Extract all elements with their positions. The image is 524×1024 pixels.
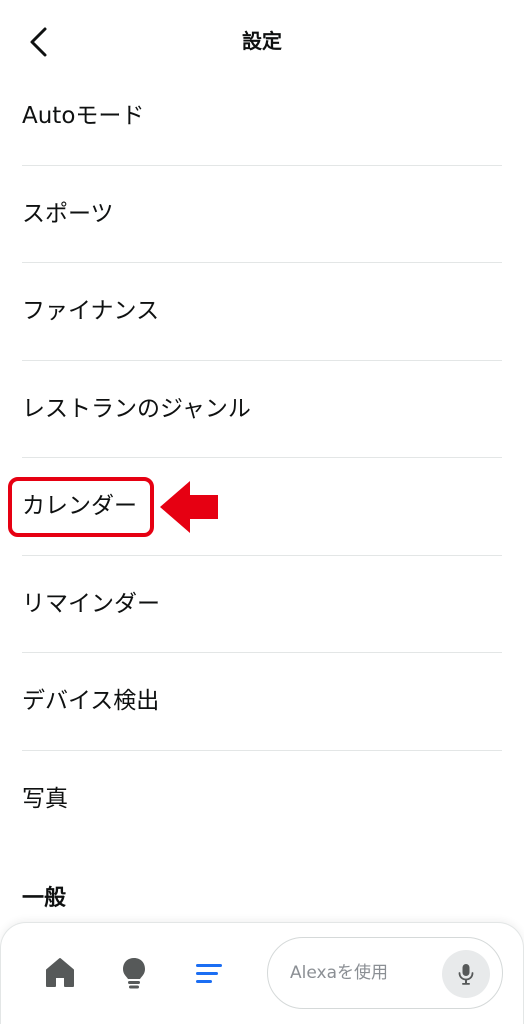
menu-item-label: 写真 (22, 786, 68, 813)
menu-item-photos[interactable]: 写真 (22, 751, 502, 849)
menu-item-label: Autoモード (22, 103, 145, 130)
menu-item-finance[interactable]: ファイナンス (22, 263, 502, 361)
menu-item-label: レストランのジャンル (22, 395, 251, 422)
alexa-input[interactable]: Alexaを使用 (267, 937, 503, 1009)
mic-button[interactable] (442, 950, 490, 998)
section-header-general: 一般 (22, 886, 67, 911)
bottom-navigation-bar: Alexaを使用 (0, 922, 524, 1024)
menu-item-auto-mode[interactable]: Autoモード (22, 68, 502, 166)
more-menu-icon[interactable] (189, 953, 229, 993)
settings-menu: Autoモード スポーツ ファイナンス レストランのジャンル カレンダー リマイ… (0, 68, 524, 848)
red-arrow-icon (160, 481, 218, 533)
menu-item-calendar[interactable]: カレンダー (8, 458, 502, 556)
menu-item-reminders[interactable]: リマインダー (22, 556, 502, 653)
menu-item-label: リマインダー (22, 590, 160, 617)
menu-item-sports[interactable]: スポーツ (22, 166, 502, 263)
page-title: 設定 (242, 29, 282, 53)
microphone-icon (458, 964, 474, 985)
settings-page: 設定 Autoモード スポーツ ファイナンス レストランのジャンル カレンダー … (0, 0, 524, 1024)
highlight-box (8, 477, 154, 537)
alexa-placeholder: Alexaを使用 (290, 963, 388, 983)
lightbulb-icon[interactable] (114, 953, 154, 993)
menu-item-label: デバイス検出 (22, 688, 160, 715)
menu-item-restaurant-genre[interactable]: レストランのジャンル (22, 361, 502, 458)
menu-item-label: ファイナンス (22, 298, 160, 325)
menu-item-label: スポーツ (22, 200, 114, 227)
home-icon[interactable] (40, 953, 80, 993)
menu-item-device-discovery[interactable]: デバイス検出 (22, 653, 502, 751)
